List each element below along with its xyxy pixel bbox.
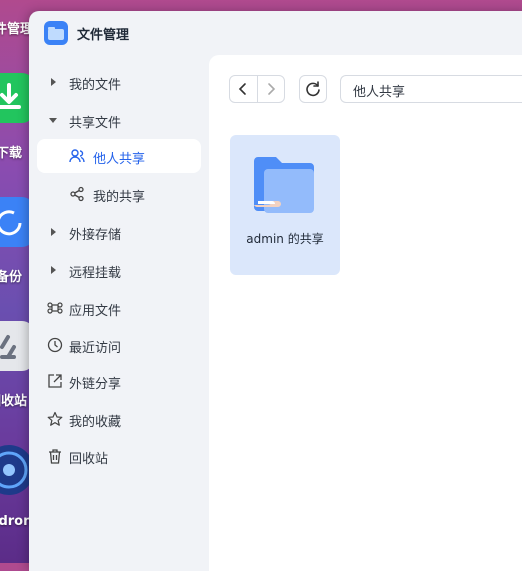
sidebar-item-my-files[interactable]: 我的文件 [37,65,201,99]
chevron-right-icon [51,266,56,274]
refresh-button[interactable] [299,75,327,103]
folder-item[interactable]: admin 的共享 [230,135,340,275]
sidebar-item-label: 远程挂载 [69,266,122,281]
desktop-icon-label: idron [0,514,33,529]
sidebar-item-label: 外链分享 [69,377,122,392]
sidebar-item-label: 最近访问 [69,341,122,356]
sidebar-item-label: 应用文件 [69,304,122,319]
sidebar-item-link-share[interactable]: 外链分享 [37,364,201,398]
sidebar-item-external-storage[interactable]: 外接存储 [37,215,201,249]
chevron-right-icon [51,228,56,236]
star-icon [47,411,63,427]
sidebar-item-shared-with-me[interactable]: 他人共享 [37,139,201,173]
window-title: 文件管理 [77,28,130,43]
chevron-right-icon [268,83,276,95]
sidebar-item-label: 外接存储 [69,228,122,243]
path-text: 他人共享 [353,85,406,100]
trash-icon [47,448,63,464]
chevron-down-icon [49,118,57,123]
path-input[interactable]: 他人共享 [340,75,522,103]
sidebar-item-recent[interactable]: 最近访问 [37,328,201,362]
share-icon [69,186,85,202]
sidebar-item-favorites[interactable]: 我的收藏 [37,402,201,436]
sidebar-item-remote-mount[interactable]: 远程挂载 [37,253,201,287]
folder-app-icon [44,21,68,45]
history-nav [229,75,285,103]
external-share-icon [47,373,63,389]
command-icon [47,300,63,316]
titlebar[interactable]: 文件管理 [29,11,522,55]
sidebar: 我的文件 共享文件 他人共享 我的共享 外接存储 远程挂载 应用文件 最近访问 … [29,55,209,571]
back-button[interactable] [230,76,257,102]
sidebar-item-my-shares[interactable]: 我的共享 [37,177,201,211]
desktop-icon-label: 备份 [0,270,23,285]
desktop-icon-label: 下载 [0,146,23,161]
sidebar-item-label: 我的文件 [69,78,122,93]
sidebar-item-label: 我的共享 [93,190,146,205]
sidebar-item-label: 共享文件 [69,116,122,131]
sidebar-item-label: 他人共享 [93,152,146,167]
clock-icon [47,337,63,353]
users-icon [69,148,85,164]
shared-folder-icon [254,157,314,213]
desktop-icon-label: 回收站 [0,394,28,409]
sidebar-item-trash[interactable]: 回收站 [37,439,201,473]
main-content: 他人共享 admin 的共享 [209,55,522,571]
sidebar-item-label: 回收站 [69,452,109,467]
file-manager-window: 文件管理 我的文件 共享文件 他人共享 我的共享 外接存储 远程挂载 应用文件 … [29,11,522,571]
sidebar-item-shared-files[interactable]: 共享文件 [37,103,201,137]
chevron-right-icon [51,78,56,86]
forward-button[interactable] [258,76,285,102]
chevron-left-icon [238,83,246,95]
refresh-icon [306,81,320,97]
sidebar-item-app-files[interactable]: 应用文件 [37,291,201,325]
folder-name: admin 的共享 [246,232,324,246]
sidebar-item-label: 我的收藏 [69,415,122,430]
